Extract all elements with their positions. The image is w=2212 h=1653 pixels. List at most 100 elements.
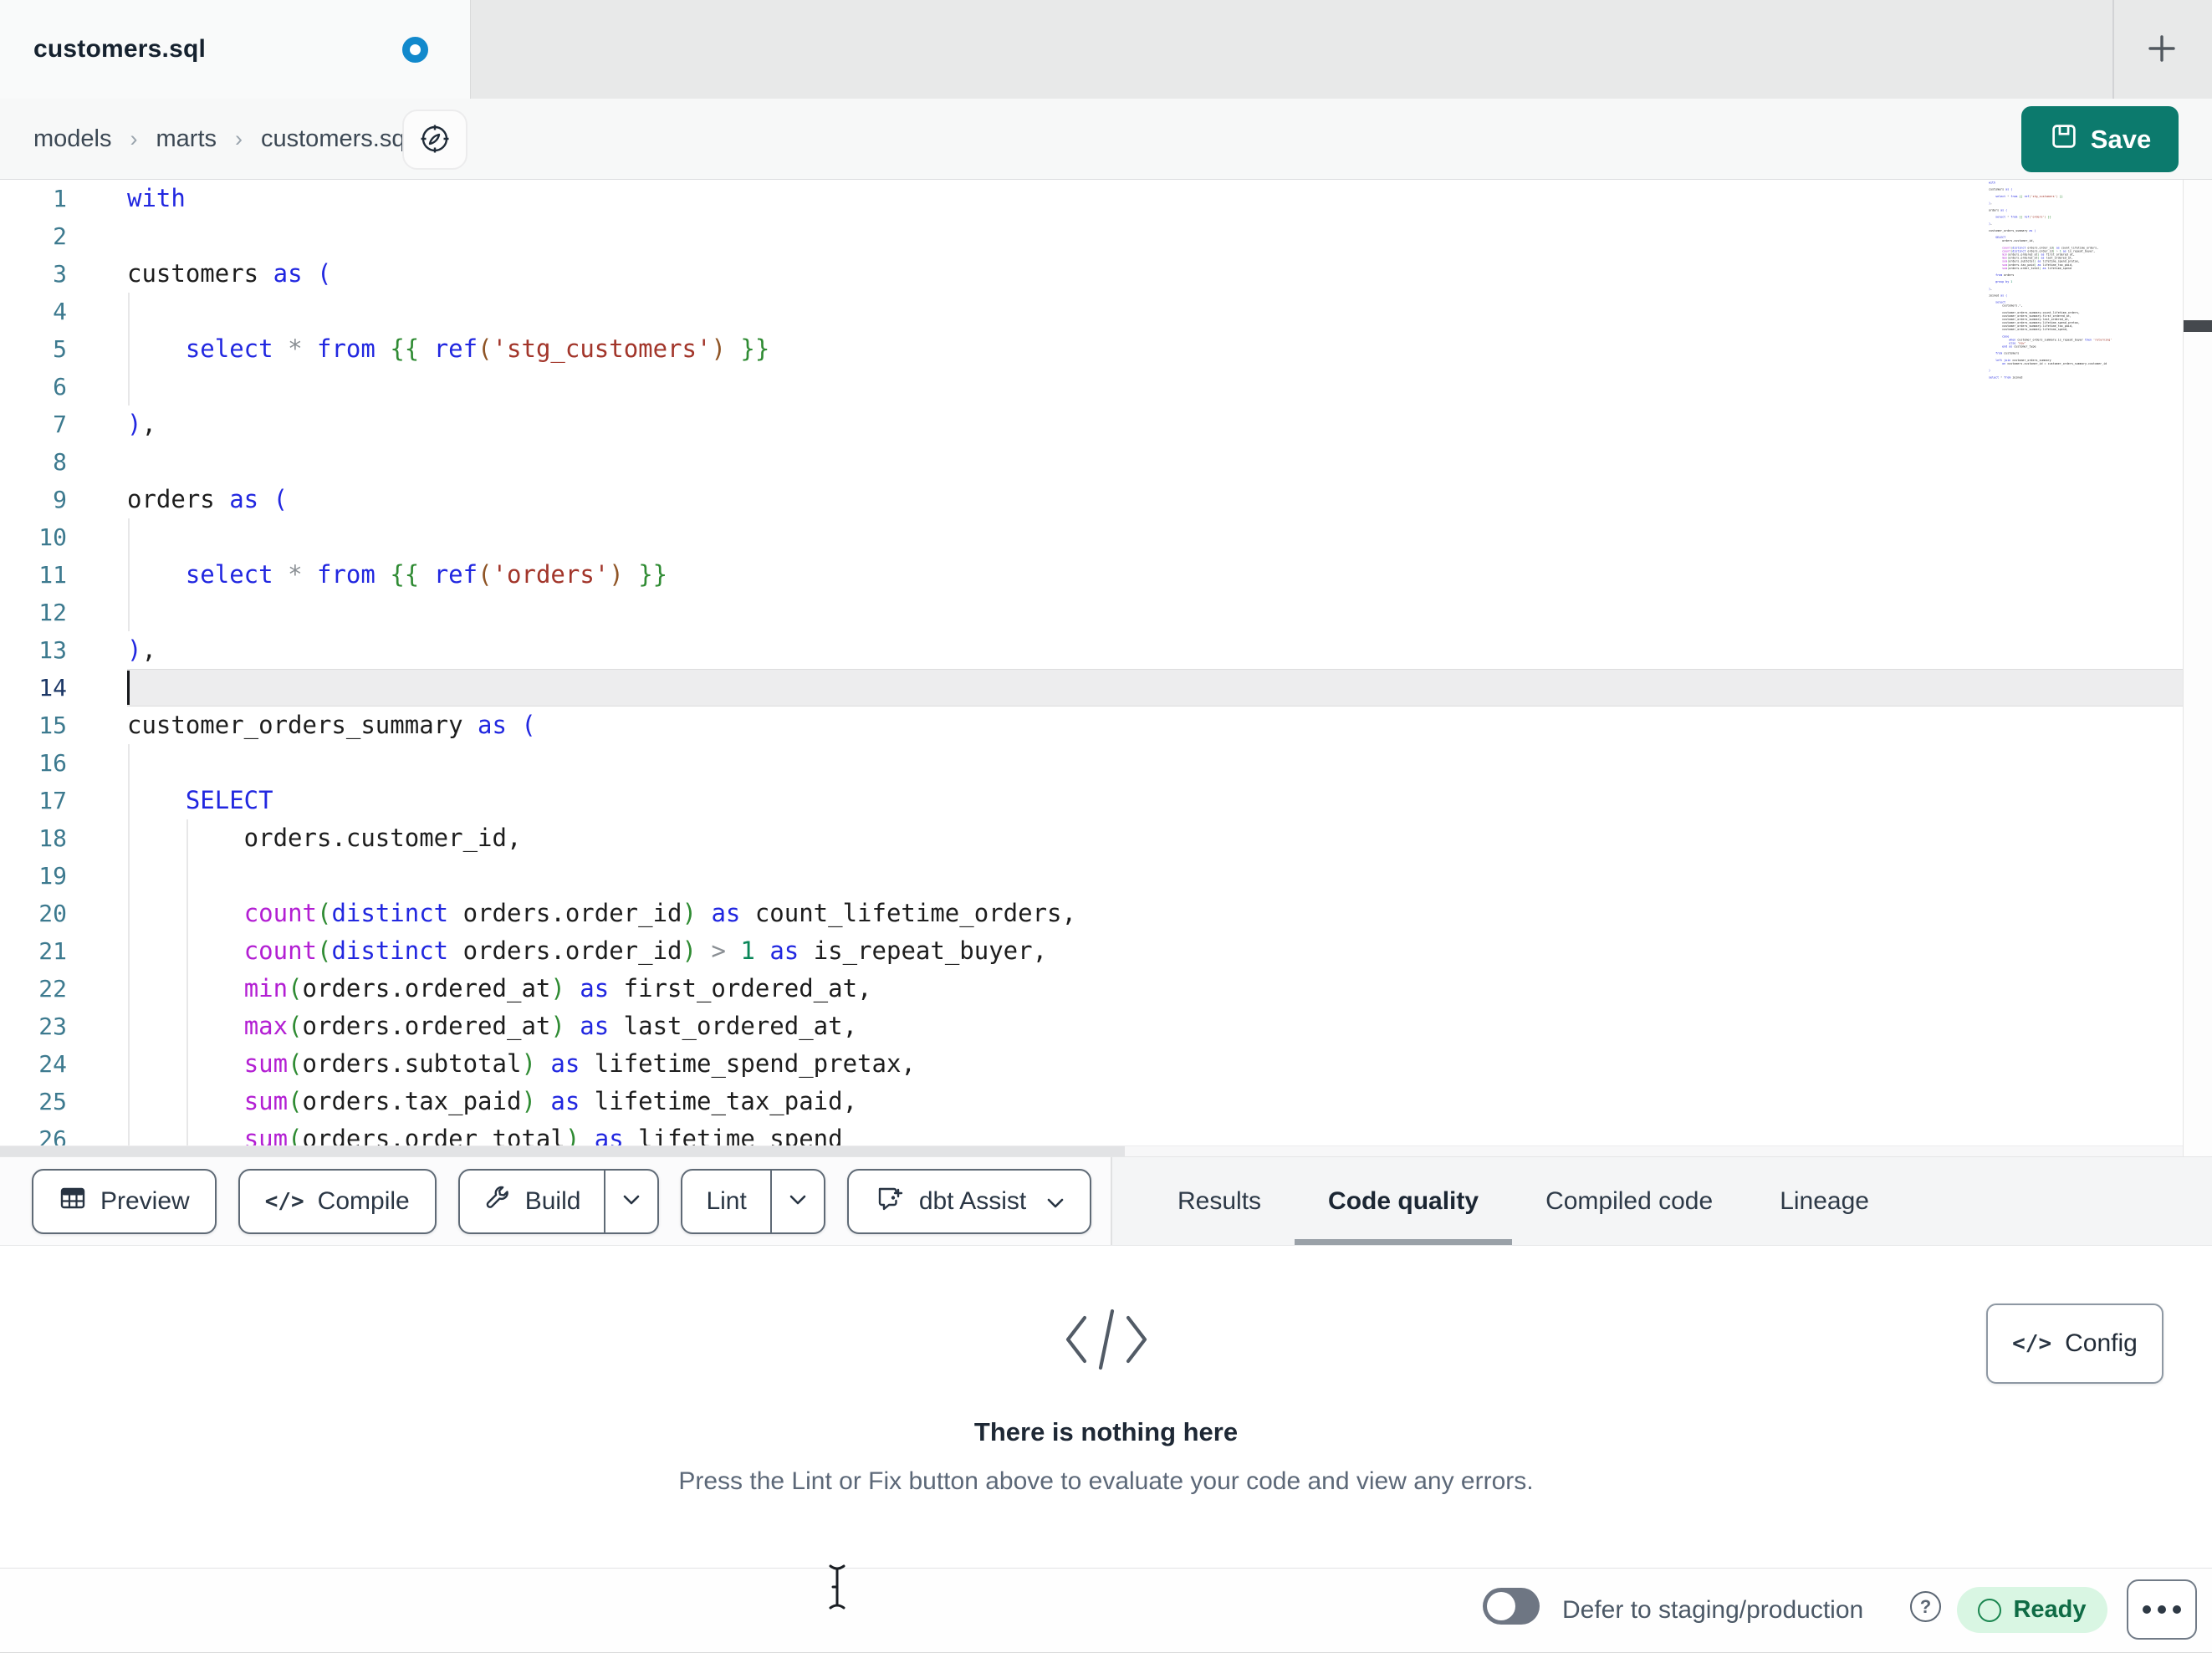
config-button[interactable]: </> Config — [1986, 1304, 2163, 1384]
code-row[interactable]: 12 — [0, 594, 2212, 631]
ellipsis-icon — [2143, 1605, 2151, 1614]
code-row[interactable]: 10 — [0, 518, 2212, 556]
ellipsis-icon — [2158, 1605, 2166, 1614]
explore-compass-button[interactable] — [402, 110, 467, 170]
compile-button-label: Compile — [317, 1186, 410, 1215]
breadcrumb-item-models[interactable]: models — [33, 125, 112, 153]
line-number: 18 — [38, 824, 67, 852]
code-row[interactable]: 13), — [0, 631, 2212, 669]
line-number: 7 — [53, 411, 67, 438]
build-split-button: Build — [457, 1168, 660, 1234]
code-line-text: customers as ( — [127, 259, 332, 288]
code-line-text: count(distinct orders.order_id) > 1 as i… — [243, 936, 1048, 965]
code-line-text: select * from {{ ref('orders') }} — [185, 560, 668, 589]
code-editor[interactable]: 1 with 2 3 customers as (4 5 select * from {{… — [0, 180, 2212, 1156]
breadcrumb-item-file[interactable]: customers.sql — [261, 125, 411, 153]
code-brackets-icon: </> — [264, 1188, 304, 1214]
code-row[interactable]: 16 — [0, 744, 2212, 782]
editor-toolbar: Preview </> Compile Build Lint dbt Assis… — [32, 1157, 1092, 1245]
line-number: 20 — [38, 900, 67, 927]
compile-button[interactable]: </> Compile — [238, 1168, 437, 1234]
build-dropdown-button[interactable] — [604, 1170, 657, 1232]
line-number: 17 — [38, 787, 67, 814]
code-row[interactable]: 15 customer_orders_summary as ( — [0, 707, 2212, 744]
preview-button[interactable]: Preview — [32, 1168, 217, 1234]
code-row[interactable]: 4 — [0, 293, 2212, 330]
code-row[interactable]: 1 with — [0, 180, 2212, 217]
code-row[interactable]: 17 SELECT — [0, 782, 2212, 819]
line-number: 23 — [38, 1013, 67, 1040]
code-line-text: with — [127, 184, 186, 212]
code-line-text: orders as ( — [127, 485, 289, 513]
vertical-scrollbar-thumb[interactable] — [2184, 320, 2212, 332]
line-number: 21 — [38, 937, 67, 965]
tab-compiled-code[interactable]: Compiled code — [1512, 1157, 1746, 1245]
line-number: 2 — [53, 222, 67, 250]
horizontal-scrollbar-thumb[interactable] — [0, 1146, 1125, 1156]
line-number: 25 — [38, 1088, 67, 1115]
lint-button[interactable]: Lint — [682, 1171, 769, 1232]
code-row[interactable]: 25 sum(orders.tax_paid) as lifetime_tax_… — [0, 1083, 2212, 1120]
tab-lineage[interactable]: Lineage — [1746, 1157, 1903, 1245]
minimap[interactable]: with customers as ( select * from {{ ref… — [1989, 181, 2183, 416]
question-circle-icon[interactable]: ? — [1910, 1591, 1941, 1622]
text-caret — [127, 671, 130, 705]
code-row[interactable]: 8 — [0, 443, 2212, 481]
empty-state: There is nothing here Press the Lint or … — [0, 1304, 2212, 1496]
file-tab[interactable]: customers.sql — [0, 0, 471, 99]
code-line-text: min(orders.ordered_at) as first_ordered_… — [243, 974, 872, 1003]
tab-code-quality[interactable]: Code quality — [1295, 1157, 1513, 1245]
line-number: 22 — [38, 975, 67, 1003]
code-row[interactable]: 11 select * from {{ ref('orders') }} — [0, 556, 2212, 594]
code-row[interactable]: 9 orders as ( — [0, 481, 2212, 518]
code-row[interactable]: 3 customers as ( — [0, 255, 2212, 293]
line-number: 8 — [53, 448, 67, 476]
code-row[interactable]: 18 orders.customer_id, — [0, 819, 2212, 857]
breadcrumb-separator: › — [235, 125, 243, 151]
dbt-assist-button[interactable]: dbt Assist — [846, 1168, 1092, 1234]
breadcrumb-separator: › — [130, 125, 138, 151]
line-number: 4 — [53, 298, 67, 325]
chevron-down-icon — [622, 1194, 641, 1208]
build-button[interactable]: Build — [460, 1171, 605, 1232]
status-badge: Ready — [1957, 1587, 2107, 1633]
chevron-down-icon — [1046, 1187, 1065, 1216]
result-tabs: Results Code quality Compiled code Linea… — [1112, 1157, 2212, 1245]
line-number: 10 — [38, 523, 67, 551]
save-button[interactable]: Save — [2021, 106, 2179, 172]
sparkle-chat-icon — [874, 1182, 906, 1221]
code-row[interactable]: 2 — [0, 217, 2212, 255]
code-row[interactable]: 21 count(distinct orders.order_id) > 1 a… — [0, 932, 2212, 970]
overflow-menu-button[interactable] — [2127, 1579, 2197, 1640]
wrench-icon — [483, 1184, 512, 1219]
defer-toggle[interactable] — [1483, 1588, 1540, 1625]
code-row[interactable]: 19 — [0, 857, 2212, 895]
code-row[interactable]: 7), — [0, 406, 2212, 443]
line-number: 19 — [38, 862, 67, 890]
code-row[interactable]: 24 sum(orders.subtotal) as lifetime_spen… — [0, 1045, 2212, 1083]
horizontal-scrollbar[interactable] — [0, 1145, 2183, 1156]
code-row[interactable]: 22 min(orders.ordered_at) as first_order… — [0, 970, 2212, 1008]
code-line-text: SELECT — [185, 786, 273, 814]
new-tab-button[interactable] — [2129, 17, 2194, 82]
status-badge-label: Ready — [2013, 1596, 2087, 1623]
breadcrumb-item-marts[interactable]: marts — [156, 125, 217, 153]
code-row[interactable]: 23 max(orders.ordered_at) as last_ordere… — [0, 1008, 2212, 1045]
code-line-text: sum(orders.subtotal) as lifetime_spend_p… — [243, 1049, 916, 1078]
tab-results[interactable]: Results — [1144, 1157, 1295, 1245]
code-row[interactable]: 14 — [0, 669, 2212, 707]
lint-dropdown-button[interactable] — [769, 1170, 824, 1232]
vertical-scrollbar[interactable] — [2183, 180, 2212, 1156]
breadcrumb-bar: models › marts › customers.sql Save — [0, 99, 2212, 180]
code-row[interactable]: 5 select * from {{ ref('stg_customers') … — [0, 330, 2212, 368]
code-brackets-icon: </> — [2012, 1331, 2052, 1356]
empty-state-title: There is nothing here — [973, 1417, 1239, 1446]
tab-bar-divider — [2112, 0, 2114, 99]
code-row[interactable]: 6 — [0, 368, 2212, 406]
action-bar: Preview </> Compile Build Lint dbt Assis… — [0, 1156, 2212, 1246]
code-row[interactable]: 20 count(distinct orders.order_id) as co… — [0, 895, 2212, 932]
